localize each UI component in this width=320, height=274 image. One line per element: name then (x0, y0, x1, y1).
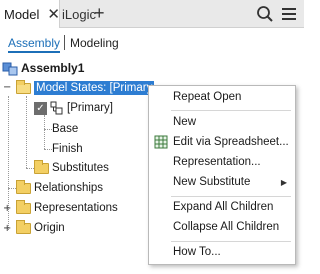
menu-item-expand-all-children[interactable]: Expand All Children (149, 197, 295, 217)
tree-item-label: Assembly1 (21, 61, 85, 75)
tree-guide-line (26, 168, 34, 169)
spreadsheet-icon (154, 135, 168, 149)
menu-item-edit-via-spreadsheet[interactable]: Edit via Spreadsheet... (149, 132, 295, 152)
tab-ilogic[interactable]: iLogic (60, 0, 96, 28)
tree-item-substitutes[interactable]: Substitutes (34, 158, 109, 178)
expand-icon[interactable]: + (3, 223, 11, 234)
menu-item-label: Representation... (173, 156, 261, 168)
collapse-icon[interactable]: − (3, 82, 11, 93)
tree-guide-line (44, 129, 52, 130)
menu-item-label: Edit via Spreadsheet... (173, 136, 289, 148)
menu-item-new[interactable]: New (149, 112, 295, 132)
menu-icon[interactable] (280, 5, 298, 23)
tab-model-label: Model (4, 6, 40, 22)
close-icon[interactable]: ✕ (47, 5, 60, 23)
menu-item-new-substitute[interactable]: New Substitute ▶ (149, 172, 295, 192)
tree-item-label: Relationships (34, 182, 104, 194)
folder-open-icon (16, 79, 31, 94)
tree-guide-line (8, 188, 16, 189)
tree-item-label: Base (52, 123, 79, 135)
menu-item-how-to[interactable]: How To... (149, 242, 295, 262)
tree-item-label: Finish (52, 143, 83, 155)
tree-item-base[interactable]: Base (52, 119, 78, 139)
browser-subtabs: Assembly Modeling (0, 28, 304, 58)
assembly-icon (2, 62, 18, 76)
folder-icon (16, 179, 31, 194)
check-icon[interactable]: ✓ (34, 101, 47, 115)
tree-item-origin[interactable]: Origin (16, 218, 65, 238)
tree-item-label: Origin (34, 222, 65, 234)
add-tab-icon[interactable]: + (94, 4, 105, 22)
subtab-modeling[interactable]: Modeling (70, 36, 119, 50)
menu-item-label: How To... (173, 246, 221, 258)
folder-icon (16, 219, 31, 234)
tree-item-assembly1[interactable]: Assembly1 (2, 58, 84, 78)
expand-icon[interactable]: + (3, 203, 11, 214)
model-state-icon (50, 101, 63, 115)
tree-guide-line (44, 149, 52, 150)
menu-item-label: Repeat Open (173, 91, 242, 103)
tree-item-finish[interactable]: Finish (52, 139, 83, 159)
tree-guide-line (26, 96, 27, 168)
menu-item-label: Expand All Children (173, 201, 274, 213)
subtab-assembly[interactable]: Assembly (8, 36, 61, 53)
tree-item-label: Representations (34, 202, 118, 214)
tree-item-label: Model States: [Primary (34, 81, 155, 95)
submenu-arrow-icon: ▶ (280, 177, 287, 187)
tree-item-primary[interactable]: ✓ [Primary] (34, 98, 113, 118)
menu-item-label: New Substitute (173, 176, 251, 188)
menu-item-representation[interactable]: Representation... (149, 152, 295, 172)
context-menu: Repeat Open New Edit via Spreadsheet... … (148, 85, 296, 265)
folder-icon (16, 199, 31, 214)
menu-item-collapse-all-children[interactable]: Collapse All Children (149, 217, 295, 237)
menu-item-label: New (173, 116, 197, 128)
tree-item-relationships[interactable]: Relationships (16, 178, 103, 198)
tab-model[interactable]: Model ✕ (0, 0, 60, 28)
search-icon[interactable] (256, 5, 274, 23)
menu-separator (171, 110, 291, 111)
menu-item-label: Collapse All Children (173, 221, 280, 233)
tree-item-label: [Primary] (67, 102, 113, 114)
tree-item-representations[interactable]: Representations (16, 198, 118, 218)
tree-item-label: Substitutes (52, 162, 109, 174)
tree-guide-line (44, 115, 45, 149)
subtab-divider (64, 35, 65, 50)
menu-item-repeat-open[interactable]: Repeat Open (149, 87, 295, 107)
tree-item-model-states[interactable]: Model States: [Primary (16, 78, 155, 98)
folder-icon (34, 159, 49, 174)
tab-ilogic-label: iLogic (62, 6, 96, 22)
browser-tab-bar: Model ✕ iLogic + (0, 0, 304, 28)
